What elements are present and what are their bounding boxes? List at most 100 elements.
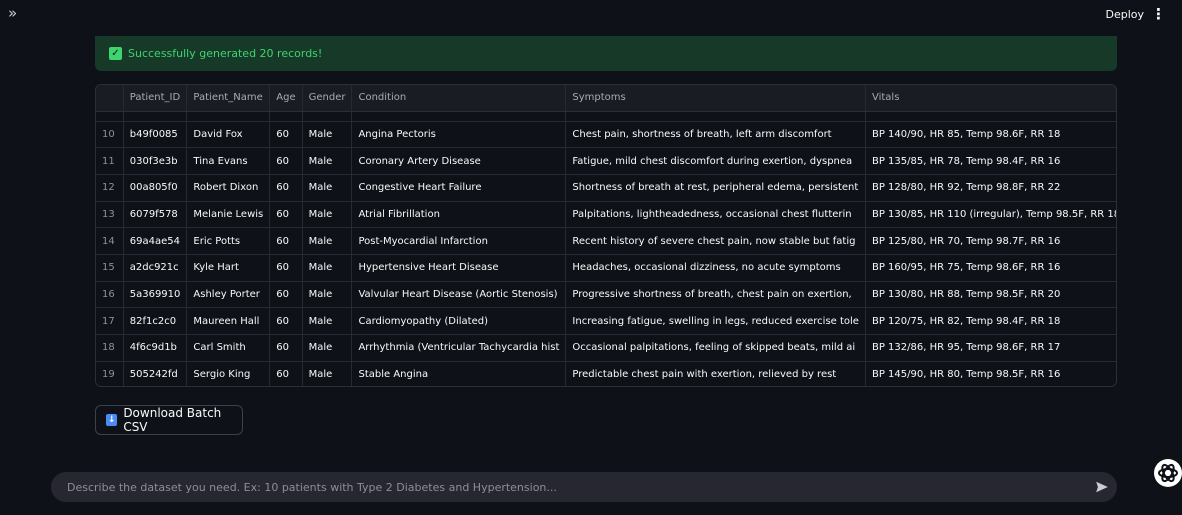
table-cell[interactable]: 505242fd — [123, 361, 188, 386]
table-row[interactable]: 19 505242fd Sergio King 60 Male Stable Angina… — [96, 361, 1116, 386]
row-index: 11 — [96, 147, 124, 175]
table-cell[interactable]: Post-Myocardial Infarction — [351, 227, 567, 255]
table-cell[interactable]: 4f6c9d1b — [123, 334, 188, 362]
table-cell[interactable]: BP 130/85, HR 110 (irregular), Temp 98.5… — [865, 201, 1116, 229]
table-cell[interactable]: BP 132/86, HR 95, Temp 98.6F, RR 17 — [865, 334, 1116, 362]
table-cell[interactable]: 60 — [269, 201, 303, 229]
column-header[interactable]: Patient_Name — [186, 85, 271, 112]
table-cell[interactable]: Angina Pectoris — [351, 121, 567, 149]
table-cell[interactable]: BP 125/80, HR 70, Temp 98.7F, RR 16 — [865, 227, 1116, 255]
table-cell[interactable]: Male — [302, 254, 353, 282]
column-header[interactable]: Patient_ID — [123, 85, 188, 112]
row-index: 14 — [96, 227, 124, 255]
table-cell[interactable]: 69a4ae54 — [123, 227, 188, 255]
table-cell[interactable]: Increasing fatigue, swelling in legs, re… — [565, 307, 866, 335]
table-cell[interactable]: 6079f578 — [123, 201, 188, 229]
expand-sidebar-icon[interactable]: » — [8, 4, 17, 22]
table-cell[interactable]: 60 — [269, 281, 303, 309]
table-cell[interactable]: Stable Angina — [351, 361, 567, 386]
table-cell[interactable]: Progressive shortness of breath, chest p… — [565, 281, 866, 309]
table-row[interactable]: 17 82f1c2c0 Maureen Hall 60 Male Cardiomyopat… — [96, 307, 1116, 335]
table-cell[interactable]: Male — [302, 334, 353, 362]
table-cell[interactable]: Male — [302, 201, 353, 229]
table-cell[interactable]: BP 135/85, HR 78, Temp 98.4F, RR 16 — [865, 147, 1116, 175]
table-cell[interactable]: Headaches, occasional dizziness, no acut… — [565, 254, 866, 282]
table-cell[interactable]: Male — [302, 361, 353, 386]
success-alert: ✓ Successfully generated 20 records! — [95, 36, 1117, 71]
table-row[interactable]: 16 5a369910 Ashley Porter 60 Male Valvular He… — [96, 281, 1116, 309]
table-cell[interactable]: 00a805f0 — [123, 174, 188, 202]
column-header[interactable] — [96, 85, 124, 112]
table-cell[interactable]: BP 120/75, HR 82, Temp 98.4F, RR 18 — [865, 307, 1116, 335]
table-cell[interactable]: Sergio King — [186, 361, 271, 386]
table-cell[interactable]: BP 160/95, HR 75, Temp 98.6F, RR 16 — [865, 254, 1116, 282]
table-cell[interactable]: Coronary Artery Disease — [351, 147, 567, 175]
table-cell[interactable]: 60 — [269, 334, 303, 362]
table-cell[interactable]: Tina Evans — [186, 147, 271, 175]
table-cell[interactable]: a2dc921c — [123, 254, 188, 282]
table-cell[interactable]: 60 — [269, 307, 303, 335]
table-cell[interactable]: 60 — [269, 147, 303, 175]
table-row[interactable]: 18 4f6c9d1b Carl Smith 60 Male Arrhythmia (Ve… — [96, 334, 1116, 362]
table-cell[interactable]: Fatigue, mild chest discomfort during ex… — [565, 147, 866, 175]
send-icon[interactable] — [1087, 472, 1117, 502]
table-cell[interactable]: Palpitations, lightheadedness, occasiona… — [565, 201, 866, 229]
deploy-button[interactable]: Deploy — [1105, 8, 1144, 21]
table-cell[interactable]: Male — [302, 174, 353, 202]
table-cell[interactable]: Congestive Heart Failure — [351, 174, 567, 202]
table-cell[interactable]: Atrial Fibrillation — [351, 201, 567, 229]
table-cell[interactable]: David Fox — [186, 121, 271, 149]
table-row[interactable]: 15 a2dc921c Kyle Hart 60 Male Hypertensive He… — [96, 254, 1116, 282]
table-row[interactable]: 13 6079f578 Melanie Lewis 60 Male Atrial Fibr… — [96, 201, 1116, 229]
table-cell[interactable]: 60 — [269, 174, 303, 202]
table-cell[interactable]: Melanie Lewis — [186, 201, 271, 229]
table-cell[interactable]: 030f3e3b — [123, 147, 188, 175]
table-cell[interactable]: Eric Potts — [186, 227, 271, 255]
table-cell[interactable]: Carl Smith — [186, 334, 271, 362]
table-row[interactable]: 10 b49f0085 David Fox 60 Male Angina Pectoris… — [96, 121, 1116, 149]
row-index: 13 — [96, 201, 124, 229]
table-row[interactable]: 11 030f3e3b Tina Evans 60 Male Coronary Arter… — [96, 147, 1116, 175]
table-cell[interactable]: 60 — [269, 227, 303, 255]
table-cell[interactable]: BP 140/90, HR 85, Temp 98.6F, RR 18 — [865, 121, 1116, 149]
records-table[interactable]: Patient_ID Patient_Name Age Gender Condition… — [95, 84, 1117, 387]
table-cell[interactable]: b49f0085 — [123, 121, 188, 149]
column-header[interactable]: Condition — [351, 85, 567, 112]
table-cell[interactable]: Hypertensive Heart Disease — [351, 254, 567, 282]
table-cell[interactable]: Arrhythmia (Ventricular Tachycardia hist — [351, 334, 567, 362]
table-cell[interactable]: BP 130/80, HR 88, Temp 98.5F, RR 20 — [865, 281, 1116, 309]
column-header[interactable]: Age — [269, 85, 303, 112]
table-cell[interactable]: BP 145/90, HR 80, Temp 98.5F, RR 16 — [865, 361, 1116, 386]
table-cell[interactable]: 60 — [269, 254, 303, 282]
column-header[interactable]: Symptoms — [565, 85, 866, 112]
download-csv-button[interactable]: ↓ Download Batch CSV — [95, 405, 243, 435]
table-cell[interactable]: Male — [302, 307, 353, 335]
table-cell[interactable]: Male — [302, 121, 353, 149]
table-cell[interactable]: 60 — [269, 361, 303, 386]
table-cell[interactable]: 60 — [269, 121, 303, 149]
table-cell[interactable]: Ashley Porter — [186, 281, 271, 309]
column-header[interactable]: Gender — [302, 85, 353, 112]
table-cell[interactable]: Male — [302, 147, 353, 175]
table-cell[interactable]: Kyle Hart — [186, 254, 271, 282]
app-logo-icon[interactable] — [1153, 458, 1182, 488]
table-row[interactable]: 12 00a805f0 Robert Dixon 60 Male Congestive H… — [96, 174, 1116, 202]
table-cell[interactable]: Robert Dixon — [186, 174, 271, 202]
table-cell[interactable]: Predictable chest pain with exertion, re… — [565, 361, 866, 386]
table-cell[interactable]: Recent history of severe chest pain, now… — [565, 227, 866, 255]
column-header[interactable]: Vitals — [865, 85, 1116, 112]
main-menu-icon[interactable]: ⋮ — [1151, 5, 1166, 23]
table-cell[interactable]: Male — [302, 227, 353, 255]
chat-input[interactable] — [65, 479, 1087, 495]
table-cell[interactable]: Shortness of breath at rest, peripheral … — [565, 174, 866, 202]
table-cell[interactable]: Valvular Heart Disease (Aortic Stenosis) — [351, 281, 567, 309]
table-cell[interactable]: Cardiomyopathy (Dilated) — [351, 307, 567, 335]
table-cell[interactable]: BP 128/80, HR 92, Temp 98.8F, RR 22 — [865, 174, 1116, 202]
table-cell[interactable]: 5a369910 — [123, 281, 188, 309]
table-cell[interactable]: Chest pain, shortness of breath, left ar… — [565, 121, 866, 149]
table-cell[interactable]: 82f1c2c0 — [123, 307, 188, 335]
table-cell[interactable]: Male — [302, 281, 353, 309]
table-row[interactable]: 14 69a4ae54 Eric Potts 60 Male Post-Myocardia… — [96, 227, 1116, 255]
table-cell[interactable]: Maureen Hall — [186, 307, 271, 335]
table-cell[interactable]: Occasional palpitations, feeling of skip… — [565, 334, 866, 362]
